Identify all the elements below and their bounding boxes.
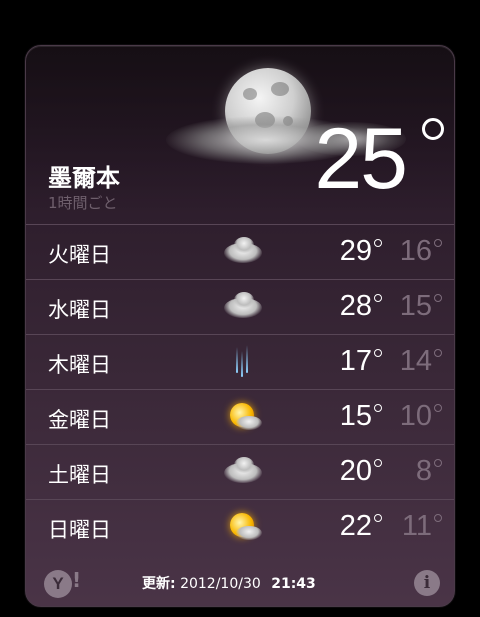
degree-symbol	[374, 514, 382, 522]
degree-symbol	[434, 459, 442, 467]
forecast-day: 金曜日	[48, 408, 111, 432]
forecast-day: 火曜日	[48, 243, 111, 267]
low-temperature: 8	[415, 455, 432, 487]
forecast-day: 日曜日	[48, 518, 111, 542]
degree-symbol	[374, 349, 382, 357]
low-temperature: 14	[399, 345, 432, 377]
degree-symbol	[422, 118, 444, 140]
high-temperature: 29	[339, 235, 372, 267]
yahoo-logo-bang: !	[72, 568, 82, 592]
degree-symbol	[434, 514, 442, 522]
forecast-day: 水曜日	[48, 298, 111, 322]
sun-cloud-icon	[222, 400, 262, 434]
low-temperature: 10	[399, 400, 432, 432]
forecast-row: 火曜日 29 16	[26, 224, 454, 279]
city-name: 墨爾本	[48, 164, 120, 192]
high-temperature: 22	[339, 510, 372, 542]
low-temperature: 16	[399, 235, 432, 267]
current-temperature: 25	[314, 111, 408, 207]
degree-symbol	[374, 404, 382, 412]
rain-icon	[222, 345, 262, 379]
high-temperature: 17	[339, 345, 372, 377]
forecast-day: 木曜日	[48, 353, 111, 377]
partly-cloudy-night-icon	[222, 290, 262, 324]
forecast-row: 日曜日 22 11	[26, 499, 454, 554]
last-updated: 更新: 2012/10/30 21:43	[142, 573, 316, 593]
updated-label: 更新:	[142, 576, 176, 592]
low-temperature: 11	[401, 510, 432, 542]
partly-cloudy-night-icon	[222, 455, 262, 489]
partly-cloudy-night-icon	[222, 235, 262, 269]
sun-cloud-icon	[222, 510, 262, 544]
forecast-row: 金曜日 15 10	[26, 389, 454, 444]
degree-symbol	[434, 239, 442, 247]
degree-symbol	[374, 294, 382, 302]
footer-bar: Y ! 更新: 2012/10/30 21:43 i	[26, 558, 454, 606]
high-temperature: 15	[339, 400, 372, 432]
degree-symbol	[434, 404, 442, 412]
yahoo-logo-icon[interactable]: Y	[44, 570, 72, 598]
update-interval: 1時間ごと	[48, 194, 118, 212]
forecast-row: 土曜日 20 8	[26, 444, 454, 499]
degree-symbol	[374, 239, 382, 247]
updated-date: 2012/10/30	[180, 576, 261, 592]
forecast-list: 火曜日 29 16 水曜日 28 15 木曜日 17 14 金曜日 15 10 …	[26, 224, 454, 554]
high-temperature: 20	[339, 455, 372, 487]
updated-time: 21:43	[271, 576, 316, 592]
degree-symbol	[434, 349, 442, 357]
info-button[interactable]: i	[414, 570, 440, 596]
low-temperature: 15	[399, 290, 432, 322]
degree-symbol	[434, 294, 442, 302]
degree-symbol	[374, 459, 382, 467]
high-temperature: 28	[339, 290, 372, 322]
forecast-day: 土曜日	[48, 463, 111, 487]
forecast-row: 水曜日 28 15	[26, 279, 454, 334]
forecast-row: 木曜日 17 14	[26, 334, 454, 389]
weather-card: 墨爾本 1時間ごと 25 火曜日 29 16 水曜日 28 15 木曜日 17 …	[25, 45, 455, 607]
